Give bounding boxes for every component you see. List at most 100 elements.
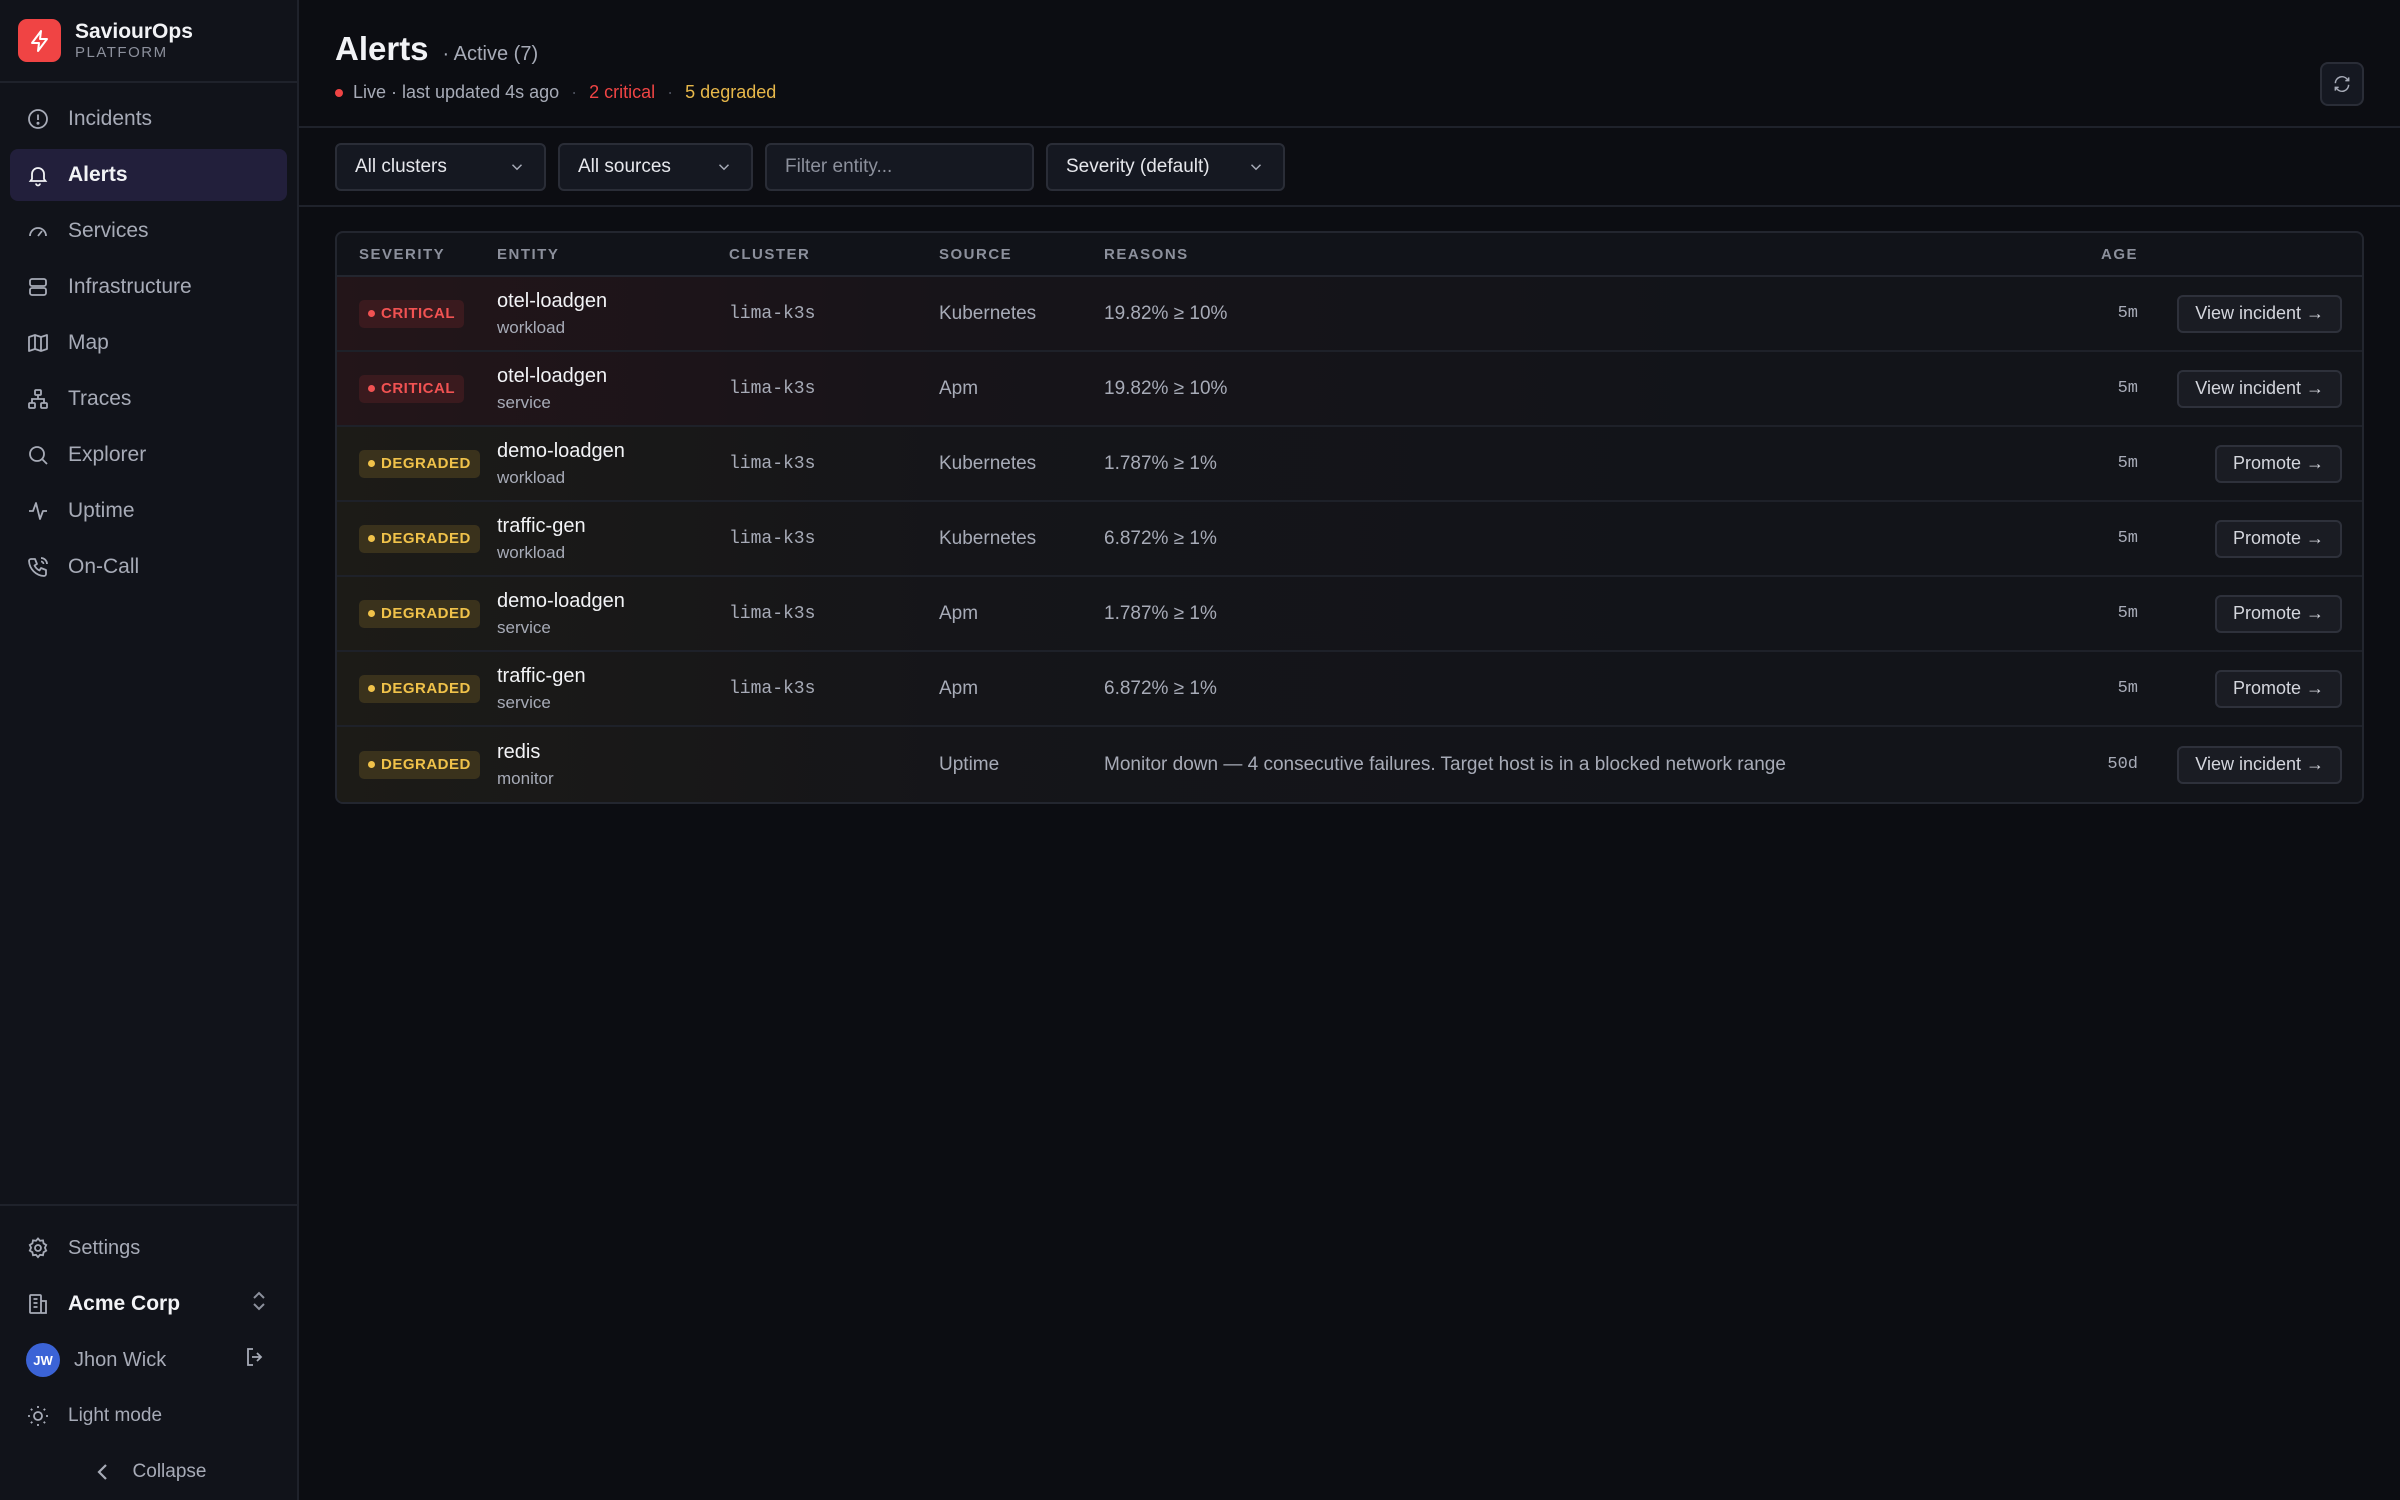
source-cell: Apm xyxy=(939,677,979,699)
user-name: Jhon Wick xyxy=(74,1348,167,1371)
table-row[interactable]: DEGRADED demo-loadgen workload lima-k3s Kube… xyxy=(337,427,2362,502)
sidebar-item-label: Services xyxy=(68,219,149,242)
chevron-down-icon xyxy=(1247,158,1265,176)
severity-dot xyxy=(368,535,375,542)
table-body: CRITICAL otel-loadgen workload lima-k3s Kube… xyxy=(337,277,2362,802)
column-header-source[interactable]: SOURCE xyxy=(939,246,1104,263)
sidebar-item-on-call[interactable]: On-Call xyxy=(10,541,287,593)
source-select[interactable]: All sources xyxy=(558,142,753,191)
severity-label: CRITICAL xyxy=(381,305,455,322)
severity-label: CRITICAL xyxy=(381,380,455,397)
live-indicator xyxy=(335,88,343,97)
table-row[interactable]: CRITICAL otel-loadgen service lima-k3s Apm 19… xyxy=(337,352,2362,427)
promote-button[interactable]: Promote → xyxy=(2214,669,2342,708)
map-icon xyxy=(26,331,50,355)
promote-button[interactable]: Promote → xyxy=(2214,519,2342,558)
sidebar-item-uptime[interactable]: Uptime xyxy=(10,485,287,537)
entity-name[interactable]: traffic-gen xyxy=(497,513,729,539)
table-row[interactable]: DEGRADED redis monitor Uptime Monitor down —… xyxy=(337,727,2362,802)
sidebar-item-incidents[interactable]: Incidents xyxy=(10,93,287,145)
sidebar-item-services[interactable]: Services xyxy=(10,205,287,257)
refresh-button[interactable] xyxy=(2320,62,2364,106)
reason-cell: Monitor down — 4 consecutive failures. T… xyxy=(1104,753,1786,775)
settings-link[interactable]: Settings xyxy=(0,1220,297,1276)
severity-select-value: Severity (default) xyxy=(1066,155,1210,177)
promote-button[interactable]: Promote → xyxy=(2214,444,2342,483)
settings-label: Settings xyxy=(68,1236,141,1259)
severity-label: DEGRADED xyxy=(381,756,471,773)
table-header: SEVERITY ENTITY CLUSTER SOURCE REASONS A… xyxy=(337,233,2362,277)
column-header-cluster[interactable]: CLUSTER xyxy=(729,246,939,263)
theme-toggle[interactable]: Light mode xyxy=(0,1388,297,1444)
degraded-count: 5 degraded xyxy=(685,82,777,102)
severity-dot xyxy=(368,460,375,467)
column-header-age[interactable]: AGE xyxy=(2072,246,2162,263)
reason-cell: 1.787% ≥ 1% xyxy=(1104,602,1217,624)
brand[interactable]: SaviourOps PLATFORM xyxy=(0,0,297,83)
cluster-cell: lima-k3s xyxy=(729,378,816,399)
user-profile[interactable]: JW Jhon Wick xyxy=(0,1332,297,1388)
source-cell: Uptime xyxy=(939,753,1000,775)
severity-dot xyxy=(368,310,375,317)
sidebar-item-infrastructure[interactable]: Infrastructure xyxy=(10,261,287,313)
entity-kind: service xyxy=(497,617,551,637)
cluster-cell: lima-k3s xyxy=(729,603,816,624)
sidebar-item-label: Explorer xyxy=(68,443,147,466)
entity-name[interactable]: demo-loadgen xyxy=(497,588,729,614)
org-switcher[interactable]: Acme Corp xyxy=(0,1276,297,1332)
age-cell: 5m xyxy=(2117,604,2138,623)
entity-name[interactable]: otel-loadgen xyxy=(497,288,729,314)
entity-name[interactable]: demo-loadgen xyxy=(497,438,729,464)
column-header-reasons[interactable]: REASONS xyxy=(1104,246,2072,263)
cluster-select[interactable]: All clusters xyxy=(335,142,546,191)
table-row[interactable]: CRITICAL otel-loadgen workload lima-k3s Kube… xyxy=(337,277,2362,352)
status-badge: DEGRADED xyxy=(359,750,480,779)
sidebar-item-explorer[interactable]: Explorer xyxy=(10,429,287,481)
sidebar-item-map[interactable]: Map xyxy=(10,317,287,369)
view-incident-button[interactable]: View incident → xyxy=(2177,369,2342,408)
gauge-icon xyxy=(26,219,50,243)
cluster-cell: lima-k3s xyxy=(729,528,816,549)
severity-label: DEGRADED xyxy=(381,530,471,547)
promote-button[interactable]: Promote → xyxy=(2214,594,2342,633)
source-select-value: All sources xyxy=(578,155,671,177)
view-incident-button[interactable]: View incident → xyxy=(2177,294,2342,333)
entity-name[interactable]: traffic-gen xyxy=(497,663,729,689)
table-row[interactable]: DEGRADED traffic-gen service lima-k3s Apm 6.8… xyxy=(337,652,2362,727)
sidebar-item-label: Traces xyxy=(68,387,132,410)
status-badge: DEGRADED xyxy=(359,674,480,703)
sun-icon xyxy=(26,1404,50,1428)
entity-name[interactable]: redis xyxy=(497,739,729,765)
avatar: JW xyxy=(26,1343,60,1377)
brand-name: SaviourOps xyxy=(75,19,193,43)
status-badge: DEGRADED xyxy=(359,599,480,628)
collapse-button[interactable]: Collapse xyxy=(0,1444,297,1500)
view-incident-button[interactable]: View incident → xyxy=(2177,745,2342,784)
severity-label: DEGRADED xyxy=(381,455,471,472)
cluster-cell: lima-k3s xyxy=(729,303,816,324)
column-header-entity[interactable]: ENTITY xyxy=(497,246,729,263)
bolt-icon xyxy=(18,19,61,62)
sidebar-nav: Incidents Alerts Services Infrastructure… xyxy=(0,83,297,597)
app-shell: SaviourOps PLATFORM Incidents Alerts Ser… xyxy=(0,0,2400,1500)
severity-label: DEGRADED xyxy=(381,680,471,697)
sidebar: SaviourOps PLATFORM Incidents Alerts Ser… xyxy=(0,0,299,1500)
table-row[interactable]: DEGRADED demo-loadgen service lima-k3s Apm 1.… xyxy=(337,577,2362,652)
column-header-severity[interactable]: SEVERITY xyxy=(337,246,497,263)
table-row[interactable]: DEGRADED traffic-gen workload lima-k3s Kuber… xyxy=(337,502,2362,577)
age-cell: 50d xyxy=(2107,755,2138,774)
entity-kind: service xyxy=(497,692,551,712)
sidebar-footer: Settings Acme Corp JW Jhon Wick Light mo… xyxy=(0,1204,297,1500)
sidebar-item-alerts[interactable]: Alerts xyxy=(10,149,287,201)
sidebar-item-traces[interactable]: Traces xyxy=(10,373,287,425)
age-cell: 5m xyxy=(2117,379,2138,398)
entity-filter-input[interactable]: Filter entity... xyxy=(765,142,1034,191)
critical-count: 2 critical xyxy=(589,82,656,102)
entity-name[interactable]: otel-loadgen xyxy=(497,363,729,389)
page-header: Alerts · Active (7) Live · last updated … xyxy=(299,0,2400,128)
severity-dot xyxy=(368,610,375,617)
logout-icon[interactable] xyxy=(243,1345,267,1375)
entity-kind: service xyxy=(497,392,551,412)
server-icon xyxy=(26,275,50,299)
severity-select[interactable]: Severity (default) xyxy=(1046,142,1285,191)
